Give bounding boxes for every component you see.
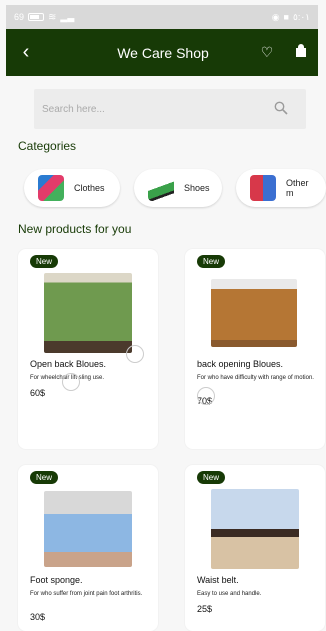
heart-icon[interactable]: ♡ [250, 44, 284, 61]
new-badge: New [197, 471, 226, 484]
category-other[interactable]: Other m [236, 169, 326, 207]
product-image [44, 491, 132, 567]
shoe-icon [148, 175, 174, 201]
product-card[interactable]: New Waist belt. Easy to use and handle. … [185, 465, 325, 631]
status-bar: 69 ≋ ▂▃ ◉ ■ ٥:٠١ [6, 5, 318, 29]
product-price: 60$ [30, 388, 46, 398]
product-description: For who have difficulty with range of mo… [197, 375, 314, 381]
product-name: Open back Bloues. [30, 359, 107, 369]
ripple-indicator [197, 387, 215, 405]
clothes-icon [38, 175, 64, 201]
status-left: 69 ≋ ▂▃ [14, 12, 74, 23]
products-title: New products for you [18, 222, 132, 236]
product-name: Waist belt. [197, 575, 239, 585]
category-shoes[interactable]: Shoes [134, 169, 222, 207]
category-clothes[interactable]: Clothes [24, 169, 120, 207]
category-label: Other m [286, 178, 309, 198]
shopping-bag-icon[interactable] [284, 44, 318, 61]
product-name: Foot sponge. [30, 575, 83, 585]
battery-level: 69 [14, 12, 25, 22]
search-icon[interactable] [274, 101, 288, 118]
ripple-indicator [126, 345, 144, 363]
search-input[interactable] [42, 103, 242, 115]
search-bar[interactable] [34, 89, 306, 129]
product-description: For wheelchair lift sling use. [30, 375, 105, 381]
signal-icon: ▂▃ [60, 11, 75, 22]
new-badge: New [30, 471, 59, 484]
app-bar: ‹ We Care Shop ♡ [6, 29, 318, 76]
product-image [211, 279, 297, 347]
product-price: 25$ [197, 604, 213, 614]
category-list: Clothes Shoes Other m [24, 169, 326, 209]
new-badge: New [197, 255, 226, 268]
new-badge: New [30, 255, 59, 268]
back-icon[interactable]: ‹ [6, 41, 46, 64]
product-image [44, 273, 132, 353]
category-label: Shoes [184, 183, 210, 193]
product-price: 30$ [30, 612, 46, 622]
product-description: For who suffer from joint pain foot arth… [30, 591, 143, 597]
wifi-icon: ≋ [48, 11, 57, 23]
ripple-indicator [62, 373, 80, 391]
product-card[interactable]: New Foot sponge. For who suffer from joi… [18, 465, 158, 631]
product-description: Easy to use and handle. [197, 591, 262, 597]
product-card[interactable]: New back opening Bloues. For who have di… [185, 249, 325, 449]
app-title: We Care Shop [117, 44, 209, 61]
status-right: ◉ ■ ٥:٠١ [272, 12, 310, 23]
battery-icon [28, 13, 45, 21]
other-icon [250, 175, 276, 201]
notification-icon: ◉ [271, 11, 280, 22]
product-card[interactable]: New Open back Bloues. For wheelchair lif… [18, 249, 158, 449]
video-icon: ■ [283, 12, 289, 22]
clock: ٥:٠١ [292, 11, 310, 22]
category-label: Clothes [74, 183, 105, 193]
product-image [211, 489, 299, 569]
categories-title: Categories [18, 139, 77, 153]
product-name: back opening Bloues. [197, 359, 284, 369]
